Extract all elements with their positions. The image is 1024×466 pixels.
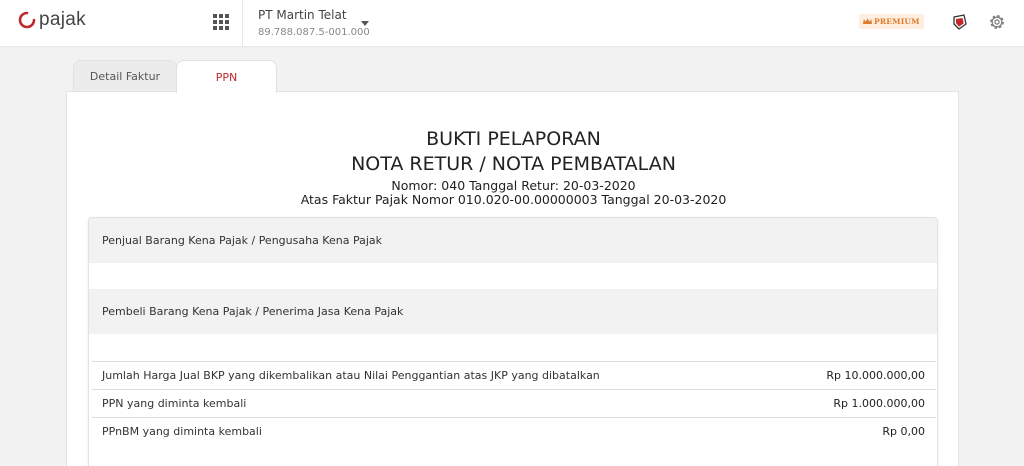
ppn-report-card: BUKTI PELAPORAN NOTA RETUR / NOTA PEMBAT… xyxy=(66,91,959,466)
grid-icon-dot xyxy=(213,14,217,18)
summary-row: Jumlah Harga Jual BKP yang dikembalikan … xyxy=(92,361,936,389)
summary-amount: Rp 0,00 xyxy=(882,425,925,438)
shield-icon[interactable] xyxy=(951,13,969,31)
company-switcher[interactable]: PT Martin Telat 89.788.087.5-001.000 xyxy=(258,7,370,40)
grid-icon-dot xyxy=(225,26,229,30)
grid-icon-dot xyxy=(213,20,217,24)
document-invoice-reference: Atas Faktur Pajak Nomor 010.020-00.00000… xyxy=(300,192,727,207)
summary-amount: Rp 10.000.000,00 xyxy=(826,369,925,382)
company-name: PT Martin Telat xyxy=(258,8,347,22)
apps-grid-button[interactable] xyxy=(213,14,229,30)
grid-icon-dot xyxy=(219,26,223,30)
summary-row: PPN yang diminta kembali Rp 1.000.000,00 xyxy=(92,389,936,417)
tab-detail-faktur[interactable]: Detail Faktur xyxy=(73,60,177,92)
app-logo[interactable]: pajak xyxy=(18,9,86,30)
tab-label: PPN xyxy=(215,70,238,84)
company-npwp: 89.788.087.5-001.000 xyxy=(258,27,370,38)
summary-label: Jumlah Harga Jual BKP yang dikembalikan … xyxy=(102,369,600,382)
grid-icon-dot xyxy=(225,14,229,18)
chevron-down-icon[interactable] xyxy=(361,21,369,26)
grid-icon-dot xyxy=(225,20,229,24)
premium-label: PREMIUM xyxy=(874,17,920,26)
header-divider xyxy=(242,0,243,46)
tab-ppn[interactable]: PPN xyxy=(176,60,277,93)
buyer-section-heading: Pembeli Barang Kena Pajak / Penerima Jas… xyxy=(89,289,937,334)
grid-icon-dot xyxy=(219,14,223,18)
document-title: BUKTI PELAPORAN xyxy=(426,128,601,150)
grid-icon-dot xyxy=(219,20,223,24)
logo-ring-icon xyxy=(18,11,36,29)
summary-row: PPnBM yang diminta kembali Rp 0,00 xyxy=(92,417,936,445)
summary-amount: Rp 1.000.000,00 xyxy=(833,397,925,410)
premium-badge[interactable]: PREMIUM xyxy=(859,14,924,29)
gear-icon[interactable] xyxy=(987,12,1007,32)
document-number: Nomor: 040 Tanggal Retur: 20-03-2020 xyxy=(391,178,636,193)
grid-icon-dot xyxy=(213,26,217,30)
document-subtitle: NOTA RETUR / NOTA PEMBATALAN xyxy=(351,153,676,175)
summary-label: PPN yang diminta kembali xyxy=(102,397,247,410)
report-details-panel: Penjual Barang Kena Pajak / Pengusaha Ke… xyxy=(88,217,938,466)
section-heading-label: Penjual Barang Kena Pajak / Pengusaha Ke… xyxy=(102,234,382,247)
top-navbar: pajak PT Martin Telat 89.788.087.5-001.0… xyxy=(0,0,1024,46)
summary-label: PPnBM yang diminta kembali xyxy=(102,425,262,438)
logo-text: pajak xyxy=(39,9,86,30)
crown-icon xyxy=(863,18,872,24)
seller-section-heading: Penjual Barang Kena Pajak / Pengusaha Ke… xyxy=(89,218,937,263)
tab-label: Detail Faktur xyxy=(89,70,161,83)
section-heading-label: Pembeli Barang Kena Pajak / Penerima Jas… xyxy=(102,305,404,318)
